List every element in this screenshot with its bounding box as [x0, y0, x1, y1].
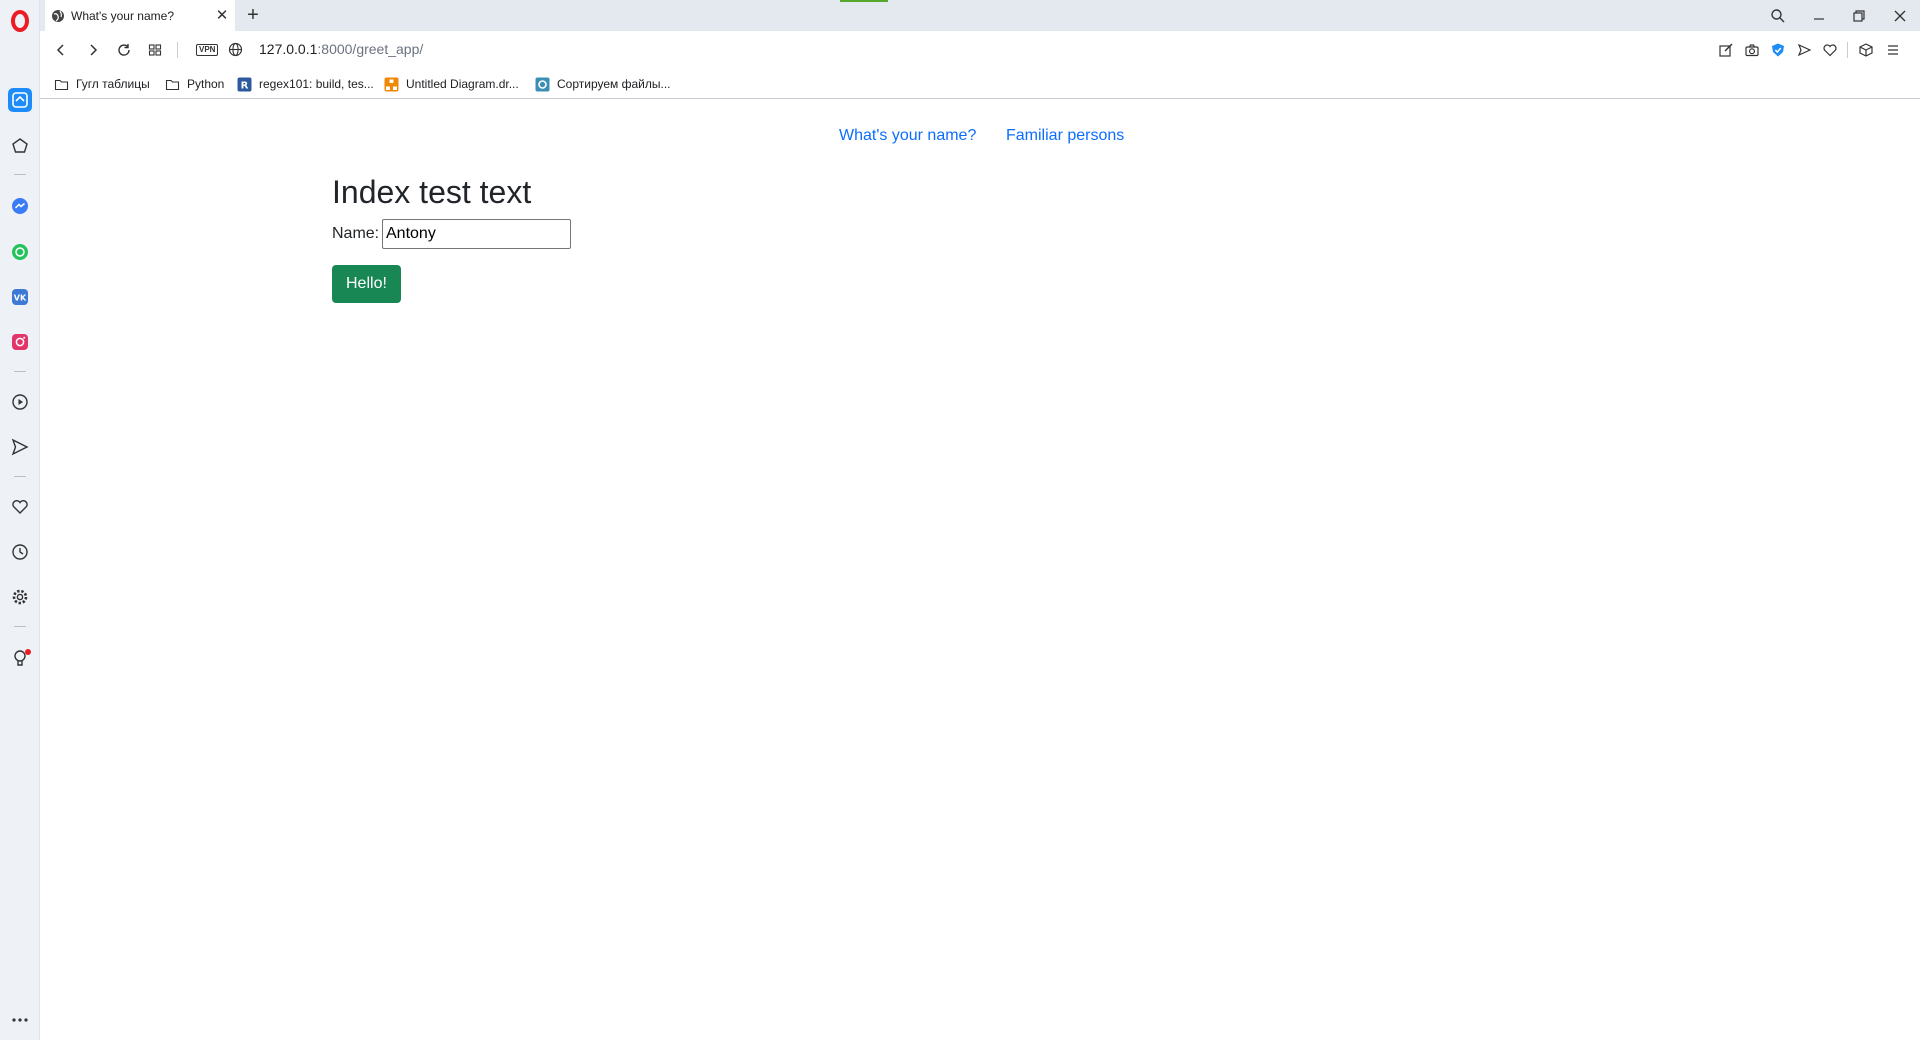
folder-icon: [54, 79, 69, 90]
svg-text:VK: VK: [14, 294, 27, 303]
name-label: Name:: [332, 225, 380, 242]
heart-icon[interactable]: [1820, 40, 1840, 60]
browser-sidebar: VK: [0, 0, 40, 1040]
forward-icon[interactable]: [81, 38, 105, 62]
vpn-badge[interactable]: VPN: [196, 44, 219, 56]
bookmarks-bar: Гугл таблицы Python R regex101: build, t…: [40, 68, 1920, 99]
globe-icon: [52, 9, 64, 22]
url-path: :8000/greet_app/: [317, 41, 424, 57]
tabs-grid-icon[interactable]: [143, 38, 167, 62]
bookmark-item[interactable]: Untitled Diagram.dr...: [384, 75, 519, 93]
hello-button[interactable]: Hello!: [332, 265, 401, 303]
bookmark-label: Python: [187, 77, 225, 91]
url-host: 127.0.0.1: [259, 41, 318, 57]
easy-setup-menu-icon[interactable]: [1883, 40, 1903, 60]
instagram-icon[interactable]: [8, 330, 32, 354]
drawio-icon: [384, 77, 399, 91]
bookmark-item[interactable]: R regex101: build, tes...: [237, 75, 374, 93]
player-icon[interactable]: [8, 390, 32, 414]
web-page: What's your name? Familiar persons Index…: [40, 100, 1920, 1040]
minimize-icon[interactable]: [1799, 0, 1839, 31]
messenger-icon[interactable]: [8, 194, 32, 218]
bookmark-label: Гугл таблицы: [76, 77, 150, 91]
toolbar-divider: [1847, 42, 1848, 58]
history-icon[interactable]: [8, 540, 32, 564]
loading-indicator: [840, 0, 888, 2]
site-info-globe-icon[interactable]: [228, 42, 243, 57]
bookmark-label: Untitled Diagram.dr...: [406, 77, 519, 91]
bookmark-item[interactable]: Python: [165, 75, 224, 93]
nav-link-whats-your-name[interactable]: What's your name?: [839, 127, 976, 145]
send-icon[interactable]: [8, 435, 32, 459]
search-icon[interactable]: [1758, 0, 1798, 31]
sidebar-divider: [14, 174, 26, 175]
bookmark-label: regex101: build, tes...: [259, 77, 374, 91]
regex101-icon: R: [237, 77, 252, 91]
bookmark-item[interactable]: Сортируем файлы...: [535, 75, 671, 93]
tab-close-icon[interactable]: ✕: [215, 8, 229, 23]
tab-strip: What's your name? ✕ +: [40, 0, 1920, 31]
cube-icon[interactable]: [1856, 40, 1876, 60]
new-tab-button[interactable]: +: [241, 3, 265, 27]
site-icon: [535, 77, 550, 91]
camera-icon[interactable]: [1742, 40, 1762, 60]
sidebar-divider: [14, 476, 26, 477]
home-icon[interactable]: [8, 88, 32, 112]
edit-icon[interactable]: [1716, 40, 1736, 60]
tab-active[interactable]: What's your name? ✕: [45, 0, 235, 31]
back-icon[interactable]: [49, 38, 73, 62]
reload-icon[interactable]: [112, 38, 136, 62]
close-window-icon[interactable]: [1880, 0, 1920, 31]
folder-icon: [165, 79, 180, 90]
settings-icon[interactable]: [8, 585, 32, 609]
svg-text:R: R: [241, 80, 249, 91]
opera-logo-icon[interactable]: [8, 9, 32, 33]
send-icon[interactable]: [1794, 40, 1814, 60]
restore-icon[interactable]: [1839, 0, 1879, 31]
notification-dot: [25, 649, 31, 655]
toolbar-divider: [177, 42, 178, 58]
speed-dial-icon[interactable]: [8, 134, 32, 158]
vk-icon[interactable]: VK: [8, 285, 32, 309]
whatsapp-icon[interactable]: [8, 240, 32, 264]
tab-title: What's your name?: [71, 8, 175, 23]
more-icon[interactable]: [8, 1008, 32, 1032]
name-input[interactable]: [382, 219, 571, 249]
shield-icon[interactable]: [1768, 40, 1788, 60]
bookmark-item[interactable]: Гугл таблицы: [54, 75, 150, 93]
nav-link-familiar-persons[interactable]: Familiar persons: [1006, 127, 1124, 145]
page-title: Index test text: [332, 174, 532, 210]
bookmark-label: Сортируем файлы...: [557, 77, 671, 91]
sidebar-divider: [14, 626, 26, 627]
heart-icon[interactable]: [8, 495, 32, 519]
sidebar-divider: [14, 371, 26, 372]
address-bar-row: VPN 127.0.0.1:8000/greet_app/: [40, 31, 1920, 68]
url-field[interactable]: 127.0.0.1:8000/greet_app/: [259, 41, 423, 57]
